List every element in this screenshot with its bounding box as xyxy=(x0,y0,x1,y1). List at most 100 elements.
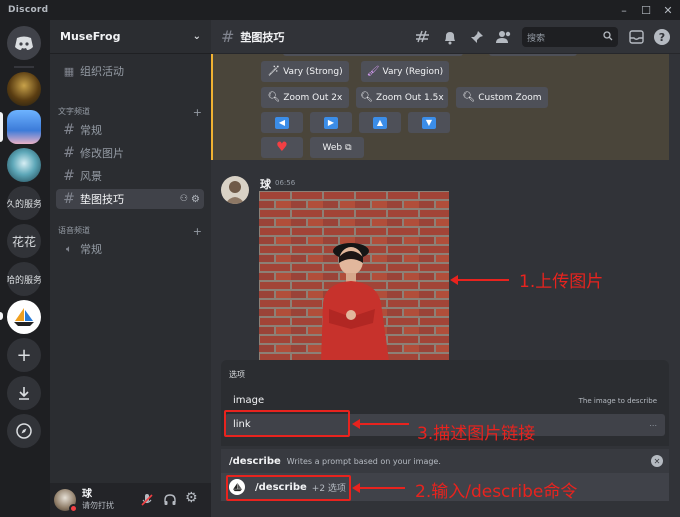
server-unread-pill xyxy=(0,312,3,320)
text-category-label: 文字频道 xyxy=(58,107,90,116)
annotation-step-2: 2.输入/describe命令 xyxy=(415,482,578,502)
inbox-icon[interactable] xyxy=(627,28,645,46)
annotation-arrow-1 xyxy=(450,275,509,285)
annotation-arrow-2 xyxy=(352,483,405,493)
message-author[interactable]: 球 xyxy=(260,176,271,192)
discord-logo-icon xyxy=(15,36,33,50)
server-icon-3[interactable] xyxy=(7,148,41,182)
channel-sidebar: MuseFrog ⌄ ▦ 组织活动 文字频道 + # 常规 # 修改图片 # 风… xyxy=(50,20,211,517)
members-icon[interactable] xyxy=(495,28,513,46)
channel-label: 风景 xyxy=(80,170,102,183)
invite-icon[interactable]: ⚇ xyxy=(180,194,188,204)
vary-strong-button[interactable]: 🪄︎ Vary (Strong) xyxy=(261,61,349,82)
zoom-out-2x-button[interactable]: 🔍︎ Zoom Out 2x xyxy=(261,87,349,108)
server-icon-7[interactable] xyxy=(7,300,41,334)
options-title: 选项 xyxy=(229,370,245,379)
avatar[interactable] xyxy=(54,489,78,513)
highlight-box-link xyxy=(224,410,350,437)
channel-item-image-tips[interactable]: # 垫图技巧 ⚇ ⚙ xyxy=(56,189,204,209)
hash-icon: # xyxy=(63,145,75,161)
favorite-button[interactable]: ♥ xyxy=(261,137,303,158)
server-icon-1[interactable] xyxy=(7,72,41,106)
pan-right-button[interactable]: ▶ xyxy=(310,112,352,133)
title-bar: Discord – ☐ ✕ xyxy=(0,0,680,20)
channel-title: 垫图技巧 xyxy=(240,30,285,44)
pan-up-button[interactable]: ▲ xyxy=(359,112,401,133)
guild-header[interactable]: MuseFrog ⌄ xyxy=(50,20,211,54)
boat-logo-icon xyxy=(14,308,34,326)
pan-left-button[interactable]: ◀ xyxy=(261,112,303,133)
message-avatar[interactable] xyxy=(221,176,249,204)
events-item[interactable]: ▦ 组织活动 xyxy=(56,61,204,81)
hash-icon: # xyxy=(63,122,75,138)
threads-icon[interactable] xyxy=(414,28,432,46)
server-icon-4[interactable]: 久的服务 xyxy=(7,186,41,220)
calendar-icon: ▦ xyxy=(63,64,75,78)
bell-icon[interactable] xyxy=(441,28,459,46)
arrow-right-icon: ▶ xyxy=(324,116,338,129)
headphones-icon[interactable] xyxy=(163,493,177,510)
maximize-icon[interactable]: ☐ xyxy=(638,2,654,18)
command-description-bar: /describe Writes a prompt based on your … xyxy=(221,449,669,473)
custom-zoom-button[interactable]: 🔍︎ Custom Zoom xyxy=(456,87,548,108)
hash-icon: # xyxy=(221,27,235,46)
pan-down-button[interactable]: ▼ xyxy=(408,112,450,133)
highlight-box-command xyxy=(226,475,351,501)
voice-category[interactable]: 语音频道 + xyxy=(58,225,202,238)
add-channel-icon[interactable]: + xyxy=(193,225,202,238)
text-category[interactable]: 文字频道 + xyxy=(58,106,202,119)
download-apps-button[interactable] xyxy=(7,376,41,410)
vary-region-button[interactable]: 🖌︎ Vary (Region) xyxy=(361,61,449,82)
channel-item-scenery[interactable]: # 风景 xyxy=(56,166,204,186)
chat-scrollbar[interactable] xyxy=(672,56,678,356)
close-icon[interactable]: ✕ xyxy=(660,2,676,18)
add-server-button[interactable]: + xyxy=(7,338,41,372)
external-link-icon: ⧉ xyxy=(345,142,352,153)
channel-label: 垫图技巧 xyxy=(80,193,124,206)
command-name: /describe xyxy=(229,455,281,467)
channel-label: 常规 xyxy=(80,243,102,256)
search-icon xyxy=(603,30,613,44)
dnd-status-icon xyxy=(69,504,78,513)
add-channel-icon[interactable]: + xyxy=(193,106,202,119)
arrow-down-icon: ▼ xyxy=(422,116,436,129)
explore-button[interactable] xyxy=(7,414,41,448)
gear-icon[interactable]: ⚙ xyxy=(191,194,200,205)
home-button[interactable] xyxy=(7,26,41,60)
uploaded-photo[interactable] xyxy=(259,191,449,361)
user-panel: 球 请勿打扰 ⚙ xyxy=(50,483,211,517)
window-controls: – ☐ ✕ xyxy=(616,2,676,18)
server-icon-2[interactable] xyxy=(7,110,41,144)
user-info[interactable]: 球 请勿打扰 xyxy=(82,489,114,511)
rail-divider xyxy=(14,66,34,68)
heart-icon: ♥ xyxy=(276,140,288,155)
magnifier-icon: 🔍︎ xyxy=(360,92,374,103)
channel-item-general[interactable]: # 常规 xyxy=(56,120,204,140)
command-description: Writes a prompt based on your image. xyxy=(286,456,441,466)
server-selected-pill xyxy=(0,112,3,142)
search-input[interactable]: 搜索 xyxy=(522,27,618,47)
events-label: 组织活动 xyxy=(80,65,124,78)
message-timestamp: 06:56 xyxy=(275,179,296,187)
web-link-button[interactable]: Web ⧉ xyxy=(310,137,364,158)
zoom-out-1-5x-button[interactable]: 🔍︎ Zoom Out 1.5x xyxy=(356,87,448,108)
hash-icon: # xyxy=(63,168,75,184)
server-icon-6[interactable]: 哈的服务 xyxy=(7,262,41,296)
minimize-icon[interactable]: – xyxy=(616,2,632,18)
channel-item-edit-images[interactable]: # 修改图片 xyxy=(56,143,204,163)
pin-icon[interactable] xyxy=(468,28,486,46)
voice-channel-general[interactable]: 🔈︎ 常规 xyxy=(56,239,204,259)
user-name: 球 xyxy=(82,489,92,500)
close-icon[interactable]: ✕ xyxy=(651,455,663,467)
help-icon[interactable]: ? xyxy=(654,29,670,45)
option-name: image xyxy=(233,395,265,406)
hash-icon: # xyxy=(63,191,75,207)
app-name: Discord xyxy=(8,5,49,15)
search-placeholder: 搜索 xyxy=(527,33,546,44)
mic-muted-icon[interactable] xyxy=(140,493,154,510)
header-toolbar: 搜索 ? xyxy=(414,27,670,47)
server-icon-5[interactable]: 花花 xyxy=(7,224,41,258)
settings-gear-icon[interactable]: ⚙ xyxy=(185,490,198,506)
chat-area: # 垫图技巧 搜索 ? 🪄︎ Vary (Strong) 🖌︎ Vary (Re… xyxy=(211,20,680,517)
compass-icon xyxy=(16,423,32,439)
